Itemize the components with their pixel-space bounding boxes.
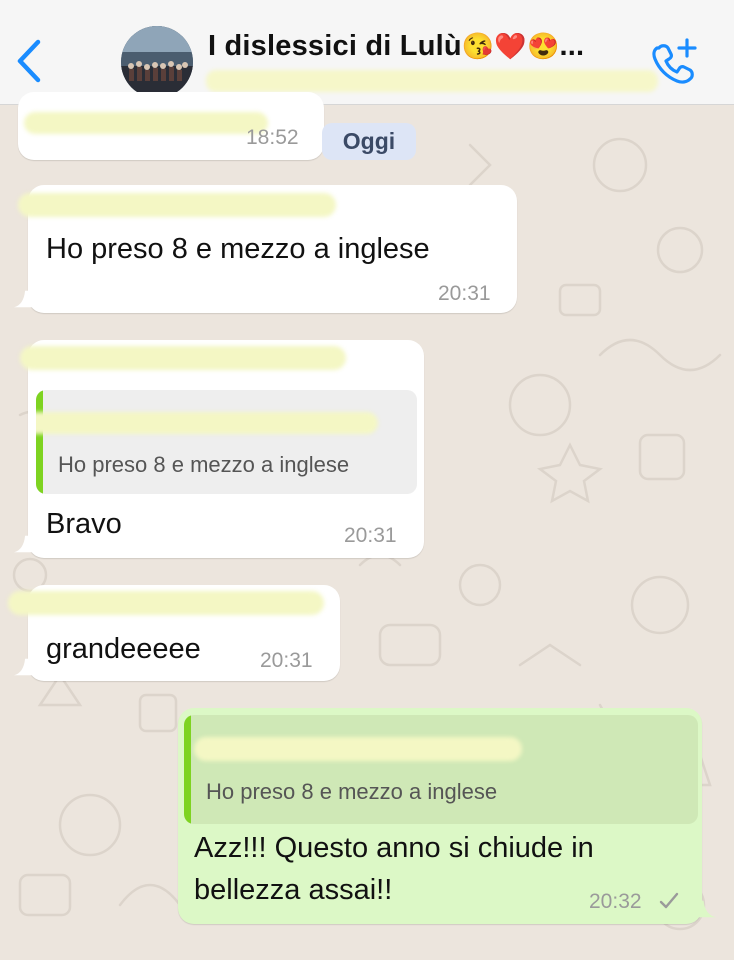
message-text-line2: bellezza assai!! [194, 874, 393, 906]
redacted-sender [18, 193, 336, 217]
redacted-sender [20, 346, 346, 370]
chat-header: I dislessici di Lulù😘❤️😍... [0, 0, 734, 105]
add-call-icon[interactable] [651, 38, 701, 84]
message-time: 18:52 [246, 126, 299, 149]
redacted-quote-author [36, 412, 378, 434]
group-avatar[interactable] [121, 26, 193, 98]
quote-text: Ho preso 8 e mezzo a inglese [206, 779, 498, 804]
redacted-sender [8, 591, 324, 615]
message-time: 20:31 [260, 649, 313, 672]
quote-text: Ho preso 8 e mezzo a inglese [58, 452, 350, 477]
title-ellipsis: ... [559, 30, 585, 62]
quoted-message[interactable]: Ho preso 8 e mezzo a inglese [36, 390, 417, 494]
group-title[interactable]: I dislessici di Lulù😘❤️😍... [208, 30, 584, 63]
quote-bar [184, 715, 191, 824]
title-emojis: 😘❤️😍 [461, 31, 560, 61]
message-time: 20:32 [589, 890, 642, 913]
bubble-tail [14, 535, 32, 553]
message-time: 20:31 [344, 524, 397, 547]
message-bubble-incoming[interactable]: 18:52 [18, 92, 324, 160]
quote-bar [36, 390, 43, 494]
bubble-tail [698, 900, 716, 918]
single-check-icon [658, 890, 680, 912]
bubble-tail [14, 658, 32, 676]
message-bubble-incoming[interactable]: Ho preso 8 e mezzo a inglese Bravo 20:31 [20, 340, 424, 558]
message-bubble-incoming[interactable]: Ho preso 8 e mezzo a inglese 20:31 [18, 185, 517, 313]
date-separator: Oggi [322, 123, 416, 160]
message-text: Ho preso 8 e mezzo a inglese [46, 233, 430, 265]
bubble-tail [14, 290, 32, 308]
message-bubble-outgoing[interactable]: Ho preso 8 e mezzo a inglese Azz!!! Ques… [178, 708, 702, 924]
quoted-message[interactable]: Ho preso 8 e mezzo a inglese [184, 715, 698, 824]
group-name: I dislessici di Lulù [208, 30, 462, 62]
chevron-left-icon[interactable] [14, 38, 44, 84]
message-text: Bravo [46, 508, 122, 540]
redacted-quote-author [194, 737, 522, 761]
redacted-participants [206, 70, 658, 92]
message-text: grandeeeee [46, 633, 201, 665]
message-bubble-incoming[interactable]: grandeeeee 20:31 [8, 585, 340, 681]
message-time: 20:31 [438, 282, 491, 305]
redacted-text [24, 112, 268, 134]
message-text-line1: Azz!!! Questo anno si chiude in [194, 832, 594, 864]
